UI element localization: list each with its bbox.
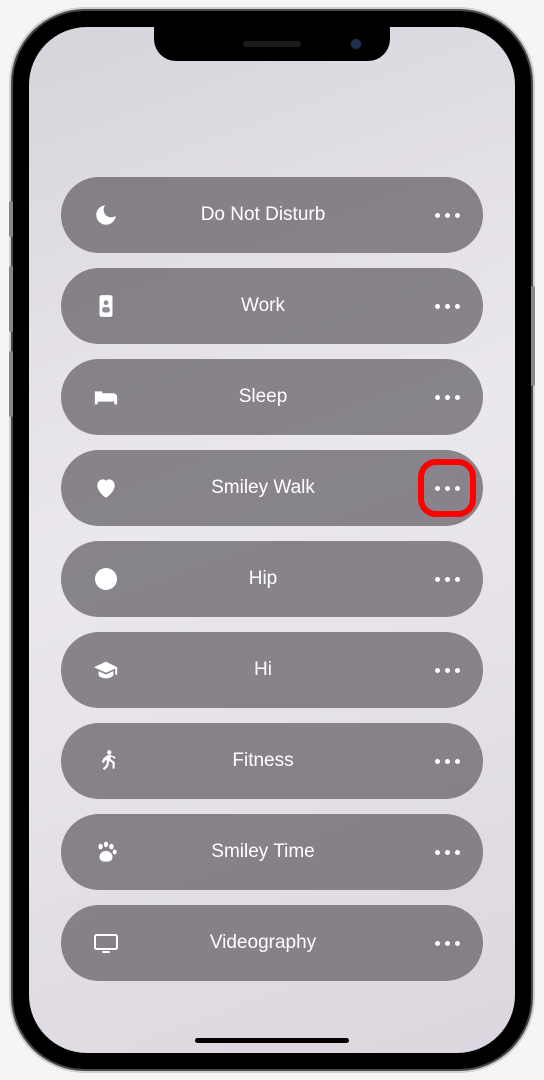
focus-item-smileywalk[interactable]: Smiley Walk [61,450,483,526]
focus-item-fitness[interactable]: Fitness [61,723,483,799]
focus-label: Smiley Time [127,841,421,863]
focus-label: Fitness [127,750,421,772]
more-button-work[interactable] [421,280,473,332]
focus-item-sleep[interactable]: Sleep [61,359,483,435]
moon-icon [85,194,127,236]
more-button-dnd[interactable] [421,189,473,241]
paw-icon [85,831,127,873]
focus-label: Smiley Walk [127,477,421,499]
home-indicator[interactable] [195,1038,349,1043]
notch [154,27,390,61]
front-camera [350,38,362,50]
ellipsis-icon [435,577,460,582]
focus-item-dnd[interactable]: Do Not Disturb [61,177,483,253]
screen: Do Not Disturb Work Slee [29,27,515,1053]
ellipsis-icon [435,941,460,946]
phone-frame: Do Not Disturb Work Slee [13,11,531,1069]
ellipsis-icon [435,304,460,309]
bed-icon [85,376,127,418]
focus-item-work[interactable]: Work [61,268,483,344]
focus-item-videography[interactable]: Videography [61,905,483,981]
focus-list: Do Not Disturb Work Slee [29,27,515,1053]
more-button-smileywalk[interactable] [421,462,473,514]
focus-label: Sleep [127,386,421,408]
focus-label: Hi [127,659,421,681]
id-badge-icon [85,285,127,327]
focus-label: Do Not Disturb [127,204,421,226]
ellipsis-icon [435,668,460,673]
graduation-cap-icon [85,649,127,691]
volume-up-button [9,266,13,332]
more-button-videography[interactable] [421,917,473,969]
more-button-fitness[interactable] [421,735,473,787]
display-icon [85,922,127,964]
ellipsis-icon [435,486,460,491]
focus-label: Hip [127,568,421,590]
heart-icon [85,467,127,509]
ellipsis-icon [435,395,460,400]
focus-label: Videography [127,932,421,954]
ellipsis-icon [435,213,460,218]
focus-item-hip[interactable]: Hip [61,541,483,617]
more-button-sleep[interactable] [421,371,473,423]
more-button-hi[interactable] [421,644,473,696]
more-button-smileytime[interactable] [421,826,473,878]
volume-down-button [9,351,13,417]
focus-label: Work [127,295,421,317]
ellipsis-icon [435,850,460,855]
focus-item-smileytime[interactable]: Smiley Time [61,814,483,890]
more-button-hip[interactable] [421,553,473,605]
circle-icon [85,558,127,600]
focus-item-hi[interactable]: Hi [61,632,483,708]
power-button [531,286,535,386]
mute-switch [9,201,13,237]
ellipsis-icon [435,759,460,764]
speaker-grille [243,41,301,47]
running-icon [85,740,127,782]
